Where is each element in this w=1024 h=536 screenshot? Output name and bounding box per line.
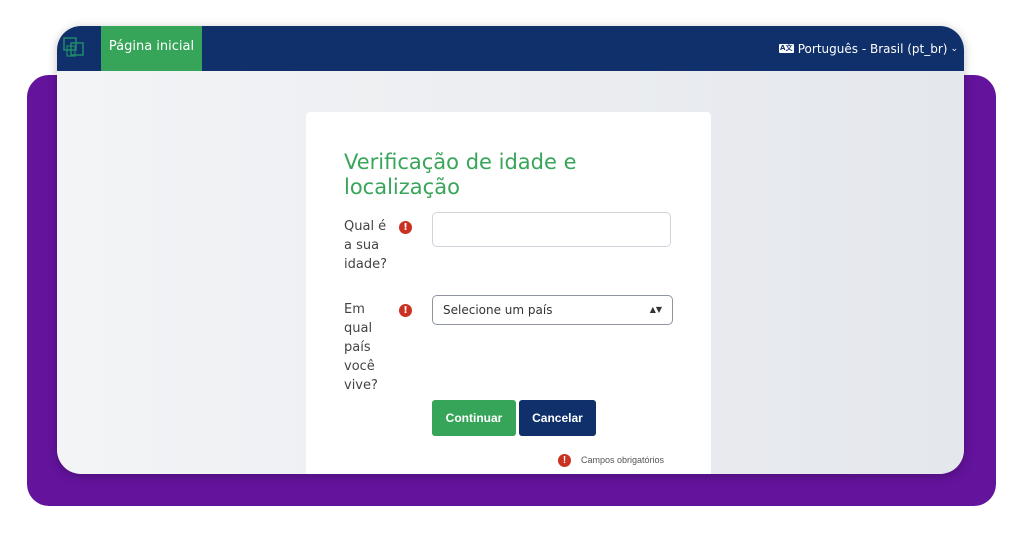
continue-button[interactable]: Continuar: [432, 400, 516, 436]
required-icon: !: [558, 453, 571, 467]
select-arrows-icon: ▲▼: [649, 305, 662, 314]
browser-window: Página inicial A文 Português - Brasil (pt…: [57, 26, 964, 474]
age-input[interactable]: [432, 212, 671, 247]
language-selector[interactable]: A文 Português - Brasil (pt_br) ⌄: [778, 26, 958, 71]
language-icon: A文: [778, 44, 794, 53]
country-select-value: Selecione um país: [443, 303, 553, 317]
chevron-down-icon: ⌄: [950, 43, 958, 54]
page-title: Verificação de idade e localização: [344, 150, 577, 199]
required-icon: !: [399, 221, 412, 234]
site-logo-icon: [63, 37, 84, 57]
required-icon: !: [399, 304, 412, 317]
country-label: Em qual país você vive?: [344, 302, 378, 393]
home-link[interactable]: Página inicial: [101, 26, 202, 71]
age-label: Qual é a sua idade?: [344, 219, 387, 272]
cancel-button[interactable]: Cancelar: [519, 400, 596, 436]
required-fields-note: ! Campos obrigatórios: [558, 453, 664, 467]
top-navbar: Página inicial A文 Português - Brasil (pt…: [57, 26, 964, 71]
form-card: Verificação de idade e localização Qual …: [306, 112, 711, 474]
language-label: Português - Brasil (pt_br): [797, 41, 948, 56]
country-select[interactable]: Selecione um país ▲▼: [432, 295, 673, 325]
required-fields-label: Campos obrigatórios: [581, 455, 665, 465]
